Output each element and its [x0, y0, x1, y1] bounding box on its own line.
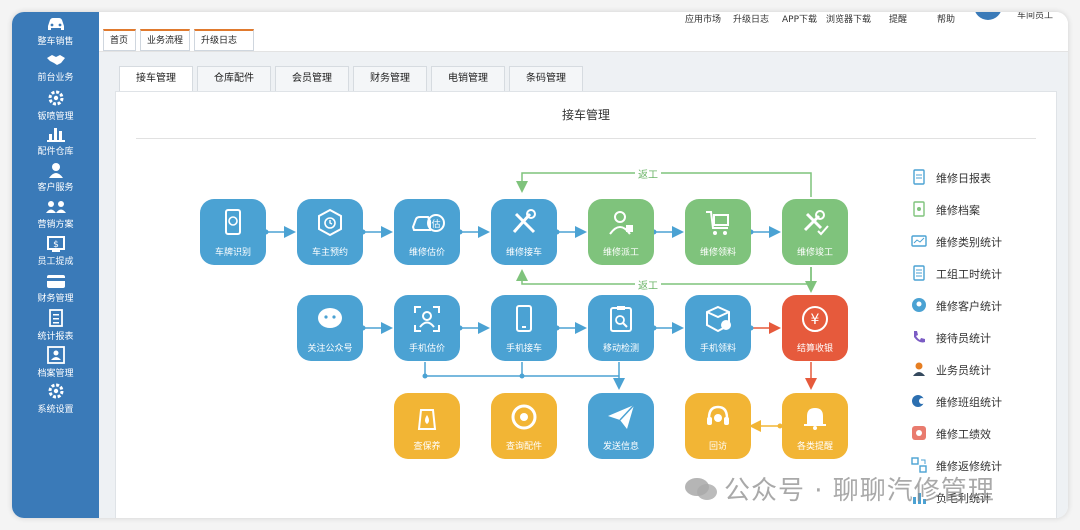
phone-call-icon [914, 331, 925, 343]
node-label: 维修派工 [602, 248, 639, 258]
report-team[interactable]: 维修班组统计 [912, 394, 1002, 410]
report-label: 维修客户统计 [936, 300, 1002, 313]
node-send-message[interactable]: 发送信息 [588, 393, 654, 459]
customer-circle-icon [912, 298, 926, 312]
node-label: 维修领料 [699, 248, 736, 258]
node-checkout-cashier[interactable]: ¥ 结算收银 [782, 295, 848, 361]
node-follow-wechat[interactable]: 关注公众号 [297, 295, 363, 361]
node-check-maintenance[interactable]: 查保养 [394, 393, 460, 459]
worker-icon [609, 211, 633, 235]
watermark: 公众号 · 聊聊汽修管理 [684, 470, 995, 507]
node-plate-recognition[interactable]: 车牌识别 [200, 199, 266, 265]
hours-doc-icon [913, 265, 925, 281]
report-label: 工组工时统计 [936, 268, 1002, 281]
node-label: 手机领料 [699, 344, 736, 354]
report-performance[interactable]: 维修工绩效 [912, 426, 991, 442]
node-label: 发送信息 [602, 442, 639, 452]
node-label: 手机接车 [505, 344, 542, 354]
report-category[interactable]: 维修类别统计 [911, 234, 1002, 250]
clock-icon [318, 208, 342, 237]
cart-icon [706, 211, 729, 235]
node-mobile-estimate[interactable]: 手机估价 [394, 295, 460, 361]
node-label: 车牌识别 [214, 248, 251, 258]
node-mobile-inspection[interactable]: 移动检测 [588, 295, 654, 361]
headset-icon [707, 405, 729, 425]
return-loop-bottom [516, 267, 812, 285]
report-label: 维修班组统计 [936, 396, 1002, 409]
node-mobile-material[interactable]: 手机领料 [685, 295, 751, 361]
report-label: 维修类别统计 [936, 236, 1002, 249]
return-label-top: 返工 [635, 166, 661, 181]
node-label: 维修接车 [505, 248, 542, 258]
wheel-icon [511, 404, 537, 430]
mobile-icon [516, 305, 532, 332]
report-customer[interactable]: 维修客户统计 [912, 298, 1002, 314]
return-label-bottom: 返工 [635, 277, 661, 292]
node-label: 回访 [708, 442, 727, 452]
report-label: 接待员统计 [936, 332, 991, 345]
node-repair-dispatch[interactable]: 维修派工 [588, 199, 654, 265]
report-doc-icon [913, 169, 925, 185]
estimate-badge-text: 估 [431, 218, 440, 230]
bell-icon [804, 408, 826, 430]
node-label: 车主预约 [311, 248, 348, 258]
report-daily[interactable]: 维修日报表 [913, 169, 991, 186]
node-label: 各类提醒 [796, 442, 833, 452]
report-team-hours[interactable]: 工组工时统计 [913, 265, 1002, 282]
return-loop-top [516, 172, 812, 197]
node-label: 关注公众号 [307, 344, 353, 354]
node-label: 查询配件 [505, 442, 542, 452]
node-return-visit[interactable]: 回访 [685, 393, 751, 459]
phone-icon [225, 209, 241, 235]
node-label: 维修竣工 [796, 248, 833, 258]
node-repair-estimate[interactable]: 估 维修估价 [394, 199, 460, 265]
report-receptionist[interactable]: 接待员统计 [914, 330, 991, 346]
performance-icon [912, 426, 926, 440]
node-repair-reception[interactable]: 维修接车 [491, 199, 557, 265]
report-label: 维修日报表 [936, 172, 991, 185]
node-label: 移动检测 [602, 344, 639, 354]
node-label: 手机估价 [408, 344, 445, 354]
node-label: 维修估价 [408, 248, 445, 258]
yen-icon: ¥ [802, 306, 828, 332]
node-label: 结算收银 [796, 344, 833, 354]
wechat-icon [318, 308, 342, 328]
oil-icon [417, 409, 437, 430]
salesperson-icon [913, 362, 925, 376]
scan-person-icon [414, 306, 440, 332]
node-owner-appointment[interactable]: 车主预约 [297, 199, 363, 265]
wechat-watermark-icon [685, 478, 717, 500]
report-salesperson[interactable]: 业务员统计 [913, 362, 991, 378]
report-label: 维修档案 [936, 204, 980, 217]
report-archive[interactable]: 维修档案 [913, 201, 980, 218]
node-mobile-reception[interactable]: 手机接车 [491, 295, 557, 361]
node-reminders[interactable]: 各类提醒 [782, 393, 848, 459]
report-label: 业务员统计 [936, 364, 991, 377]
paper-plane-icon [608, 404, 635, 429]
report-label: 维修工绩效 [936, 428, 991, 441]
team-icon [912, 395, 925, 407]
tools-check-icon [803, 210, 829, 236]
watermark-text: 公众号 · 聊聊汽修管理 [724, 476, 995, 506]
app-window: 整车销售 前台业务 钣喷管理 配件仓库 客户服务 营销方案 $ 员工提成 财务管 [12, 12, 1068, 518]
node-repair-completion[interactable]: 维修竣工 [782, 199, 848, 265]
node-query-parts[interactable]: 查询配件 [491, 393, 557, 459]
node-repair-material[interactable]: 维修领料 [685, 199, 751, 265]
cashier-symbol: ¥ [811, 312, 820, 328]
clipboard-search-icon [610, 306, 632, 332]
category-icon [911, 235, 927, 247]
car-estimate-icon: 估 [411, 214, 445, 232]
node-label: 查保养 [413, 442, 441, 452]
archive-doc-icon [913, 201, 925, 217]
box-icon [706, 305, 731, 333]
tools-icon [512, 209, 536, 234]
